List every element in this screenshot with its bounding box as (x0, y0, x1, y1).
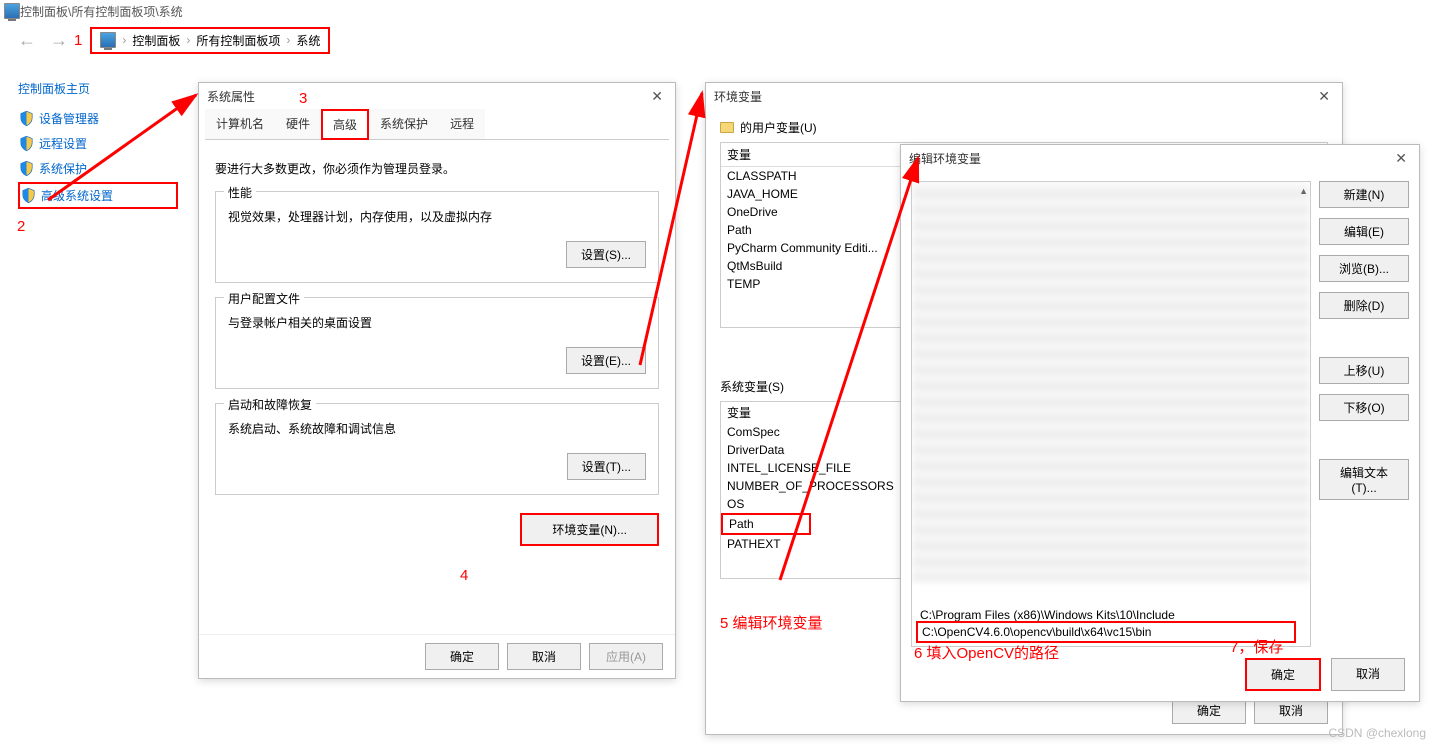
cancel-button[interactable]: 取消 (1331, 658, 1405, 691)
shield-icon (22, 188, 35, 203)
sidebar-item-protection[interactable]: 系统保护 (18, 157, 178, 180)
group-title: 用户配置文件 (224, 290, 304, 307)
sidebar-item-device-manager[interactable]: 设备管理器 (18, 107, 178, 130)
dialog-title: 环境变量 (714, 88, 762, 105)
chevron-right-icon: › (286, 33, 290, 47)
dialog-system-properties: 系统属性 ✕ 计算机名 硬件 高级 系统保护 远程 要进行大多数更改，你必须作为… (198, 82, 676, 679)
blurred-content (912, 182, 1310, 582)
group-title: 启动和故障恢复 (224, 396, 316, 413)
group-text: 视觉效果，处理器计划，内存使用，以及虚拟内存 (228, 208, 646, 225)
sidebar-item-label: 系统保护 (39, 160, 87, 177)
tab-hardware[interactable]: 硬件 (275, 109, 321, 139)
window-title-bar: 控制面板\所有控制面板项\系统 (0, 0, 1432, 22)
folder-icon (720, 122, 734, 133)
tabs: 计算机名 硬件 高级 系统保护 远程 (205, 109, 669, 140)
shield-icon (20, 111, 33, 126)
list-item-opencv[interactable]: C:\OpenCV4.6.0\opencv\build\x64\vc15\bin (916, 621, 1296, 643)
annotation-2: 2 (17, 218, 25, 235)
window-title: 控制面板\所有控制面板项\系统 (20, 3, 183, 20)
tab-remote[interactable]: 远程 (439, 109, 485, 139)
new-button[interactable]: 新建(N) (1319, 181, 1409, 208)
sidebar: 控制面板主页 设备管理器 远程设置 系统保护 高级系统设置 (18, 80, 178, 211)
group-text: 与登录帐户相关的桌面设置 (228, 314, 646, 331)
group-user-profile: 用户配置文件 与登录帐户相关的桌面设置 设置(E)... (215, 297, 659, 389)
forward-arrow-icon[interactable]: → (50, 30, 68, 51)
edit-text-button[interactable]: 编辑文本(T)... (1319, 459, 1409, 500)
user-vars-label: 的用户变量(U) (720, 119, 1328, 136)
ok-button[interactable]: 确定 (1245, 658, 1321, 691)
path-list[interactable]: ▲ C:\Program Files (x86)\Windows Kits\10… (911, 181, 1311, 647)
close-icon[interactable]: ✕ (1314, 88, 1334, 105)
breadcrumb-item[interactable]: 系统 (296, 32, 320, 49)
sidebar-item-advanced[interactable]: 高级系统设置 (18, 182, 178, 209)
group-text: 系统启动、系统故障和调试信息 (228, 420, 646, 437)
close-icon[interactable]: ✕ (647, 88, 667, 105)
dialog-title: 编辑环境变量 (909, 150, 981, 167)
label-text: 的用户变量(U) (740, 119, 817, 136)
move-up-button[interactable]: 上移(U) (1319, 357, 1409, 384)
chevron-right-icon: › (122, 33, 126, 47)
cancel-button[interactable]: 取消 (507, 643, 581, 670)
breadcrumb-item[interactable]: 所有控制面板项 (196, 32, 280, 49)
edit-button[interactable]: 编辑(E) (1319, 218, 1409, 245)
column-header: 变量 (727, 146, 751, 163)
scroll-up-icon[interactable]: ▲ (1299, 186, 1308, 196)
monitor-icon (4, 3, 20, 19)
tab-computer-name[interactable]: 计算机名 (205, 109, 275, 139)
settings-button[interactable]: 设置(S)... (566, 241, 646, 268)
nav-row: ← → 1 › 控制面板 › 所有控制面板项 › 系统 (0, 22, 1432, 58)
sidebar-item-label: 高级系统设置 (41, 187, 113, 204)
sidebar-item-remote[interactable]: 远程设置 (18, 132, 178, 155)
sidebar-item-label: 设备管理器 (39, 110, 99, 127)
tab-advanced[interactable]: 高级 (321, 109, 369, 140)
close-icon[interactable]: ✕ (1391, 150, 1411, 167)
watermark: CSDN @chexlong (1328, 726, 1426, 740)
back-arrow-icon[interactable]: ← (18, 30, 36, 51)
delete-button[interactable]: 删除(D) (1319, 292, 1409, 319)
shield-icon (20, 161, 33, 176)
monitor-icon (100, 32, 116, 48)
dialog-title: 系统属性 (207, 88, 255, 105)
notice-text: 要进行大多数更改，你必须作为管理员登录。 (215, 160, 659, 177)
env-vars-button[interactable]: 环境变量(N)... (520, 513, 659, 546)
breadcrumb[interactable]: › 控制面板 › 所有控制面板项 › 系统 (90, 27, 330, 54)
group-startup: 启动和故障恢复 系统启动、系统故障和调试信息 设置(T)... (215, 403, 659, 495)
browse-button[interactable]: 浏览(B)... (1319, 255, 1409, 282)
apply-button[interactable]: 应用(A) (589, 643, 663, 670)
group-title: 性能 (224, 184, 256, 201)
chevron-right-icon: › (186, 33, 190, 47)
table-row-path[interactable]: Path (721, 513, 811, 535)
dialog-edit-env-var: 编辑环境变量 ✕ ▲ C:\Program Files (x86)\Window… (900, 144, 1420, 702)
shield-icon (20, 136, 33, 151)
sidebar-item-label: 远程设置 (39, 135, 87, 152)
sidebar-title[interactable]: 控制面板主页 (18, 80, 178, 97)
group-performance: 性能 视觉效果，处理器计划，内存使用，以及虚拟内存 设置(S)... (215, 191, 659, 283)
ok-button[interactable]: 确定 (425, 643, 499, 670)
tab-protection[interactable]: 系统保护 (369, 109, 439, 139)
settings-button[interactable]: 设置(T)... (567, 453, 646, 480)
move-down-button[interactable]: 下移(O) (1319, 394, 1409, 421)
breadcrumb-item[interactable]: 控制面板 (132, 32, 180, 49)
settings-button[interactable]: 设置(E)... (566, 347, 646, 374)
annotation-1: 1 (74, 32, 82, 49)
